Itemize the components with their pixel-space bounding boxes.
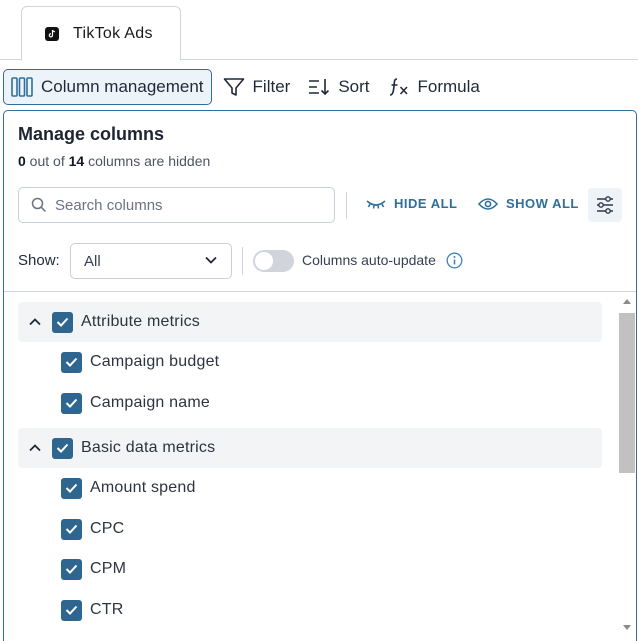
chevron-up-icon[interactable] xyxy=(18,444,52,452)
scroll-down-arrow-icon[interactable] xyxy=(623,625,631,631)
check-icon xyxy=(65,398,78,408)
sort-icon xyxy=(309,79,330,96)
check-icon xyxy=(56,443,69,453)
filter-icon xyxy=(223,78,244,96)
filter-label: Filter xyxy=(252,77,291,96)
tab-label: TikTok Ads xyxy=(73,24,153,42)
group-row-attribute-metrics[interactable]: Attribute metrics xyxy=(18,302,602,342)
column-checkbox[interactable] xyxy=(61,599,82,621)
scrollbar[interactable] xyxy=(618,292,636,641)
column-item[interactable]: CTR xyxy=(61,595,123,625)
search-icon xyxy=(31,197,47,213)
group-row-basic-data-metrics[interactable]: Basic data metrics xyxy=(18,428,602,468)
chevron-up-icon[interactable] xyxy=(18,318,52,326)
show-all-button[interactable]: SHOW ALL xyxy=(478,196,579,211)
column-settings-button[interactable] xyxy=(588,188,622,222)
hidden-columns-info: 0 out of 14 columns are hidden xyxy=(18,153,210,169)
hide-all-button[interactable]: HIDE ALL xyxy=(366,196,457,211)
column-item[interactable]: CPM xyxy=(61,554,126,584)
separator xyxy=(242,247,243,275)
check-icon xyxy=(65,357,78,367)
info-icon[interactable] xyxy=(446,252,463,269)
column-checkbox[interactable] xyxy=(61,351,82,373)
show-select-value: All xyxy=(84,252,101,270)
hidden-mid-text: out of xyxy=(25,153,69,169)
filter-button[interactable]: Filter xyxy=(216,69,298,105)
check-icon xyxy=(65,605,78,615)
column-label: Campaign budget xyxy=(90,353,220,370)
hidden-suffix-text: columns are hidden xyxy=(84,153,211,169)
columns-icon xyxy=(11,77,33,97)
column-management-label: Column management xyxy=(41,77,204,96)
group-label: Basic data metrics xyxy=(81,439,216,456)
scrollbar-thumb[interactable] xyxy=(619,313,635,473)
column-item[interactable]: Campaign budget xyxy=(61,347,219,377)
column-item[interactable]: Amount spend xyxy=(61,473,196,503)
tab-bar: TikTok Ads xyxy=(0,0,638,61)
hide-all-label: HIDE ALL xyxy=(394,196,458,211)
column-label: CPM xyxy=(90,560,127,577)
column-label: Campaign name xyxy=(90,394,210,411)
eye-closed-icon xyxy=(366,199,386,209)
column-checkbox[interactable] xyxy=(61,477,82,499)
column-item[interactable]: Campaign name xyxy=(61,388,210,418)
formula-label: Formula xyxy=(417,77,480,96)
formula-button[interactable]: Formula xyxy=(381,69,487,105)
sliders-icon xyxy=(597,196,613,214)
auto-update-toggle[interactable] xyxy=(253,250,294,272)
sort-label: Sort xyxy=(338,77,370,96)
scroll-up-arrow-icon[interactable] xyxy=(623,298,631,304)
formula-icon xyxy=(389,78,408,96)
check-icon xyxy=(56,317,69,327)
group-label: Attribute metrics xyxy=(81,313,200,330)
search-input[interactable] xyxy=(55,196,315,214)
column-checkbox[interactable] xyxy=(61,558,82,580)
tab-tiktok-ads[interactable]: TikTok Ads xyxy=(21,6,181,61)
eye-icon xyxy=(478,197,498,210)
group-checkbox[interactable] xyxy=(52,311,73,333)
separator xyxy=(346,192,347,219)
column-label: CTR xyxy=(90,601,124,618)
column-list: Attribute metrics Campaign budget Campai… xyxy=(4,292,618,641)
check-icon xyxy=(65,483,78,493)
auto-update-label: Columns auto-update xyxy=(302,252,436,268)
group-checkbox[interactable] xyxy=(52,437,73,459)
total-count: 14 xyxy=(68,153,85,169)
sort-button[interactable]: Sort xyxy=(301,69,376,105)
column-item[interactable] xyxy=(61,636,90,641)
manage-columns-panel: Manage columns 0 out of 14 columns are h… xyxy=(3,110,637,641)
column-checkbox[interactable] xyxy=(61,392,82,414)
check-icon xyxy=(65,564,78,574)
column-checkbox[interactable] xyxy=(61,518,82,540)
column-management-button[interactable]: Column management xyxy=(3,69,212,105)
search-field[interactable] xyxy=(18,187,335,223)
show-select[interactable]: All xyxy=(70,243,232,279)
column-item[interactable]: CPC xyxy=(61,514,124,544)
chevron-down-icon xyxy=(205,256,217,264)
toggle-knob xyxy=(255,252,273,270)
column-label: Amount spend xyxy=(90,479,196,496)
check-icon xyxy=(65,524,78,534)
hidden-count: 0 xyxy=(18,153,26,169)
column-label: CPC xyxy=(90,520,125,537)
show-label: Show: xyxy=(18,252,60,269)
tiktok-icon xyxy=(45,26,59,41)
toolbar: Column management Filter Sort Formula xyxy=(3,69,491,105)
panel-title: Manage columns xyxy=(18,124,165,144)
show-all-label: SHOW ALL xyxy=(506,196,579,211)
